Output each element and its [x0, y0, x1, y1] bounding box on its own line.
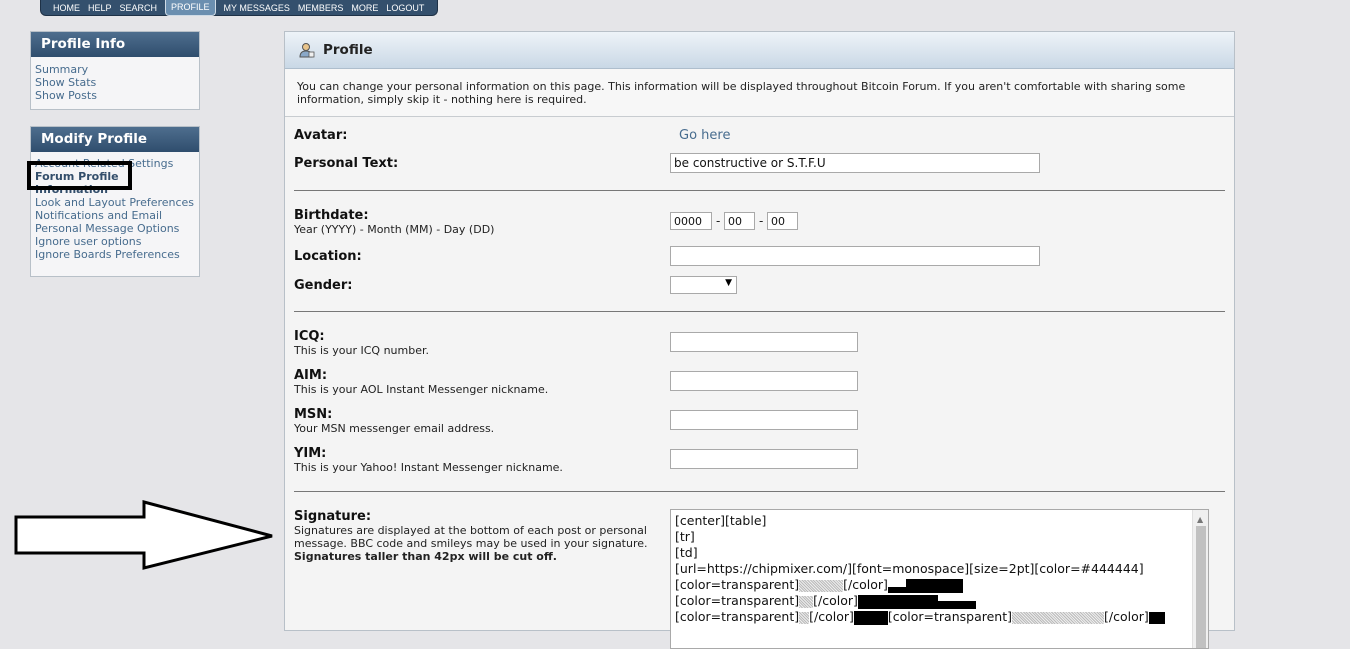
signature-token: [/color]	[813, 593, 858, 608]
nav-profile[interactable]: PROFILE	[165, 0, 216, 16]
modify-profile-heading: Modify Profile	[31, 127, 199, 152]
block-glyphs	[857, 594, 888, 609]
sidebar-item-look-layout[interactable]: Look and Layout Preferences	[35, 196, 195, 209]
date-separator: -	[716, 214, 721, 228]
block-glyphs	[937, 600, 976, 609]
gender-row: Gender:	[294, 278, 1224, 293]
signature-label: Signature:	[294, 509, 372, 524]
birth-day-input[interactable]: 00	[767, 212, 798, 230]
nav-my-messages[interactable]: MY MESSAGES	[224, 3, 290, 13]
shade-glyphs	[799, 579, 844, 592]
divider	[294, 491, 1225, 492]
nav-help[interactable]: HELP	[88, 3, 112, 13]
signature-line: [url=https://chipmixer.com/][font=monosp…	[675, 561, 1144, 576]
signature-line: [color=transparent] [/color]	[675, 577, 1204, 593]
highlight-box-annotation	[27, 161, 132, 190]
modify-profile-section: Modify Profile Account Related Settings …	[30, 126, 200, 277]
signature-token: [color=transparent]	[675, 577, 800, 592]
block-glyphs	[905, 578, 963, 593]
nav-members[interactable]: MEMBERS	[298, 3, 344, 13]
divider	[294, 311, 1225, 312]
signature-scrollbar[interactable]: ▲	[1192, 510, 1208, 648]
shade-glyphs	[799, 595, 814, 608]
profile-header: Profile	[285, 32, 1234, 69]
signature-token: [/color]	[809, 609, 854, 624]
chevron-down-icon: ▼	[725, 278, 732, 288]
block-glyphs	[887, 594, 938, 609]
block-glyphs	[1148, 611, 1165, 624]
signature-line: [td]	[675, 545, 698, 560]
user-icon	[299, 43, 315, 58]
arrow-annotation	[14, 500, 273, 570]
location-input[interactable]	[670, 246, 1040, 266]
avatar-row: Avatar: Go here	[294, 128, 1224, 143]
gender-label: Gender:	[294, 278, 353, 293]
profile-info-section: Profile Info Summary Show Stats Show Pos…	[30, 31, 200, 110]
signature-token: [/color]	[843, 577, 888, 592]
signature-token: [color=transparent]	[887, 609, 1012, 624]
signature-token: [/color]	[1104, 609, 1149, 624]
profile-panel: Profile You can change your personal inf…	[284, 31, 1235, 649]
personal-text-input[interactable]: be constructive or S.T.F.U	[670, 153, 1040, 173]
nav-more[interactable]: MORE	[351, 3, 378, 13]
signature-line: [center][table]	[675, 513, 767, 528]
sidebar-item-ignore-users[interactable]: Ignore user options	[35, 235, 195, 248]
birth-year-input[interactable]: 0000	[670, 212, 712, 230]
sidebar-item-notifications[interactable]: Notifications and Email	[35, 209, 195, 222]
signature-hint: Signatures are displayed at the bottom o…	[294, 524, 648, 550]
divider	[294, 190, 1225, 191]
yim-input[interactable]	[670, 449, 858, 469]
shade-glyphs	[1012, 611, 1104, 624]
signature-line: [tr]	[675, 529, 695, 544]
signature-token: [color=transparent]	[675, 593, 800, 608]
nav-logout[interactable]: LOGOUT	[386, 3, 424, 13]
sidebar-item-ignore-boards[interactable]: Ignore Boards Preferences	[35, 248, 195, 261]
msn-input[interactable]	[670, 410, 858, 430]
signature-row: Signature: Signatures are displayed at t…	[294, 509, 654, 563]
block-glyphs	[887, 586, 906, 593]
date-separator: -	[759, 214, 764, 228]
signature-line: [color=transparent] [/color] [color=transp…	[675, 609, 1204, 625]
signature-token: [color=transparent]	[675, 609, 800, 624]
sidebar-item-pm-options[interactable]: Personal Message Options	[35, 222, 195, 235]
sidebar-item-summary[interactable]: Summary	[35, 63, 195, 76]
gender-select[interactable]: ▼	[670, 276, 737, 294]
avatar-go-here-link[interactable]: Go here	[679, 128, 730, 143]
birth-month-input[interactable]: 00	[724, 212, 755, 230]
sidebar-item-show-posts[interactable]: Show Posts	[35, 89, 195, 102]
shade-glyphs	[799, 611, 810, 624]
profile-info-heading: Profile Info	[31, 32, 199, 57]
page-title: Profile	[323, 42, 373, 58]
aim-input[interactable]	[670, 371, 858, 391]
block-glyphs	[853, 610, 888, 625]
intro-text: You can change your personal information…	[285, 69, 1234, 117]
avatar-label: Avatar:	[294, 128, 348, 143]
signature-line: [color=transparent] [/color]	[675, 593, 1204, 609]
nav-home[interactable]: HOME	[53, 3, 80, 13]
top-navigation: HOME HELP SEARCH PROFILE MY MESSAGES MEM…	[40, 0, 438, 16]
scroll-thumb[interactable]	[1196, 526, 1206, 648]
signature-textarea[interactable]: [center][table] [tr] [td] [url=https://c…	[670, 509, 1209, 649]
signature-warning: Signatures taller than 42px will be cut …	[294, 550, 557, 563]
sidebar: Profile Info Summary Show Stats Show Pos…	[30, 31, 200, 277]
icq-input[interactable]	[670, 332, 858, 352]
nav-search[interactable]: SEARCH	[120, 3, 158, 13]
sidebar-item-show-stats[interactable]: Show Stats	[35, 76, 195, 89]
